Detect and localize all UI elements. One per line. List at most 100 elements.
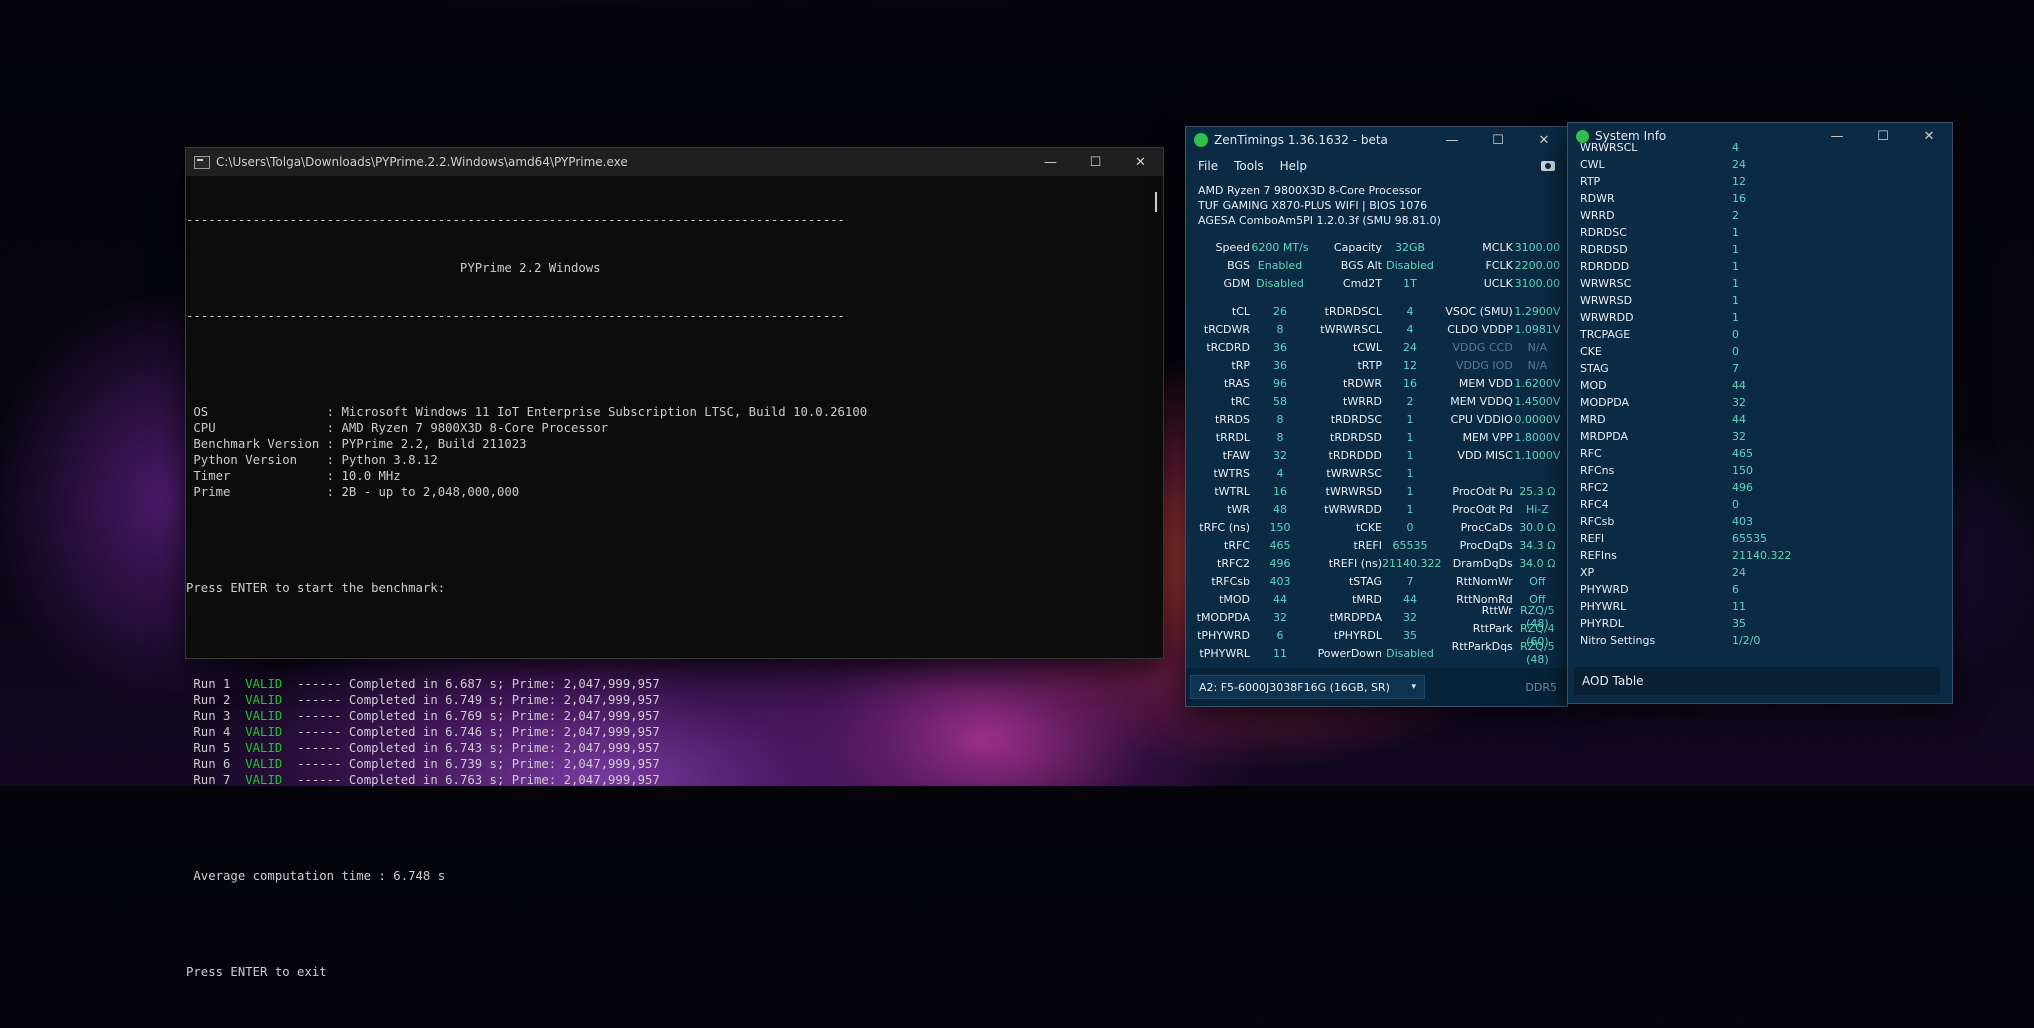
console-output[interactable]: ----------------------------------------… xyxy=(186,176,1163,979)
timing-row: tCL 26 tRDRDSCL 4 VSOC (SMU) 1.2900V xyxy=(1190,302,1563,320)
timing-label: ProcOdt Pd xyxy=(1452,502,1513,516)
info-value: 10.0 MHz xyxy=(341,469,401,483)
timing-value: Off xyxy=(1529,574,1546,588)
timing-cell: MEM VPP 1.8000V xyxy=(1438,431,1562,444)
console-titlebar[interactable]: C:\Users\Tolga\Downloads\PYPrime.2.2.Win… xyxy=(186,148,1163,176)
timing-cell: Speed 6200 MT/s xyxy=(1190,241,1314,254)
maximize-button[interactable]: ☐ xyxy=(1475,127,1521,153)
timing-value: 21140.322 xyxy=(1382,556,1442,570)
sysinfo-row: RFC4 0 xyxy=(1580,496,1940,513)
timing-label: tREFI xyxy=(1353,538,1382,552)
menu-file[interactable]: File xyxy=(1198,159,1218,173)
timing-cell: tRAS 96 xyxy=(1190,377,1314,390)
run-label: Run 1 xyxy=(186,677,246,691)
console-scrollbar[interactable] xyxy=(1155,192,1157,212)
sysinfo-key: PHYWRD xyxy=(1580,583,1629,596)
timing-label: MCLK xyxy=(1482,240,1513,254)
timing-value: 7 xyxy=(1406,574,1414,588)
timing-label: tRRDS xyxy=(1214,412,1250,426)
sysinfo-row: RFC 465 xyxy=(1580,445,1940,462)
close-button[interactable]: ✕ xyxy=(1521,127,1567,153)
system-summary: AMD Ryzen 7 9800X3D 8-Core Processor TUF… xyxy=(1186,179,1567,228)
timing-row: GDM Disabled Cmd2T 1T UCLK 3100.00 xyxy=(1190,274,1563,292)
timing-cell: tRP 36 xyxy=(1190,359,1314,372)
sysinfo-value: 2 xyxy=(1732,209,1739,222)
info-key: Benchmark Version : xyxy=(186,437,342,451)
timing-label: tRFC xyxy=(1224,538,1250,552)
average-line: Average computation time : 6.748 s xyxy=(186,869,446,883)
timing-value: 8 xyxy=(1276,412,1284,426)
timing-label: RttParkDqs xyxy=(1451,640,1513,653)
timing-cell: tRC 58 xyxy=(1190,395,1314,408)
sysinfo-value: 16 xyxy=(1732,192,1746,205)
run-result: ------ Completed in 6.763 s; Prime: 2,04… xyxy=(282,773,660,787)
timing-label: MEM VPP xyxy=(1462,430,1513,444)
camera-icon[interactable] xyxy=(1541,161,1555,171)
close-button[interactable]: ✕ xyxy=(1118,148,1163,176)
timing-label: RttNomWr xyxy=(1455,574,1513,588)
timing-row: tRFC 465 tREFI 65535 ProcDqDs 34.3 Ω xyxy=(1190,536,1563,554)
timing-label: VSOC (SMU) xyxy=(1445,304,1513,318)
timing-cell: tWR 48 xyxy=(1190,503,1314,516)
timing-cell: tRDRDDD 1 xyxy=(1314,449,1438,462)
sysinfo-value: 150 xyxy=(1732,464,1753,477)
timing-value: 150 xyxy=(1269,520,1291,534)
sysinfo-row: WRWRDD 1 xyxy=(1580,309,1940,326)
sysinfo-row: Nitro Settings 1/2/0 xyxy=(1580,632,1940,649)
sysinfo-row: CKE 0 xyxy=(1580,343,1940,360)
timing-value: 4 xyxy=(1406,304,1414,318)
minimize-button[interactable]: — xyxy=(1429,127,1475,153)
sysinfo-row: PHYWRL 11 xyxy=(1580,598,1940,615)
zentimings-titlebar[interactable]: ZenTimings 1.36.1632 - beta — ☐ ✕ xyxy=(1186,127,1567,153)
timing-value: 1T xyxy=(1403,276,1417,290)
system-info-window[interactable]: System Info — ☐ ✕ WRWRSCL 4 CWL 24 RTP 12 RDWR… xyxy=(1567,122,1953,704)
dimm-select[interactable]: A2: F5-6000J3038F16G (16GB, SR) ▾ xyxy=(1190,675,1425,699)
timing-label: tWRWRSCL xyxy=(1320,322,1382,336)
timing-label: GDM xyxy=(1223,276,1251,290)
sysinfo-key: XP xyxy=(1580,566,1595,579)
timing-cell: Capacity 32GB xyxy=(1314,241,1438,254)
timing-label: CPU VDDIO xyxy=(1450,412,1513,426)
sysinfo-row: REFIns 21140.322 xyxy=(1580,547,1940,564)
timing-cell: tMRDPDA 32 xyxy=(1314,611,1438,624)
maximize-button[interactable]: ☐ xyxy=(1073,148,1118,176)
sysinfo-value: 11 xyxy=(1732,600,1746,613)
aod-table-section[interactable]: AOD Table xyxy=(1574,667,1940,695)
timing-cell: tPHYRDL 35 xyxy=(1314,629,1438,642)
timing-row: tWR 48 tWRWRDD 1 ProcOdt Pd Hi-Z xyxy=(1190,500,1563,518)
timing-cell: tFAW 32 xyxy=(1190,449,1314,462)
timing-label: tMRD xyxy=(1352,592,1382,606)
sysinfo-list[interactable]: WRWRSCL 4 CWL 24 RTP 12 RDWR 16 WRRD 2 RDRDSC 1 RDRD… xyxy=(1568,139,1952,675)
pyprime-console-window[interactable]: C:\Users\Tolga\Downloads\PYPrime.2.2.Win… xyxy=(185,147,1164,979)
info-line: Prime : 2B - up to 2,048,000,000 xyxy=(186,484,1163,500)
exit-prompt: Press ENTER to exit xyxy=(186,965,327,979)
zentimings-window[interactable]: ZenTimings 1.36.1632 - beta — ☐ ✕ File T… xyxy=(1185,126,1568,707)
console-title: C:\Users\Tolga\Downloads\PYPrime.2.2.Win… xyxy=(216,155,628,169)
timing-row: tRP 36 tRTP 12 VDDG IOD N/A xyxy=(1190,356,1563,374)
sysinfo-row: XP 24 xyxy=(1580,564,1940,581)
timing-cell: RttParkDqs RZQ/5 (48) xyxy=(1438,640,1562,666)
timing-value: 24 xyxy=(1403,340,1417,354)
timing-value: 0 xyxy=(1406,520,1414,534)
timing-label: ProcDqDs xyxy=(1459,538,1513,552)
timing-value: 2 xyxy=(1406,394,1414,408)
timing-cell: tSTAG 7 xyxy=(1314,575,1438,588)
run-status: VALID xyxy=(245,693,283,707)
info-line: Timer : 10.0 MHz xyxy=(186,468,1163,484)
menu-tools[interactable]: Tools xyxy=(1234,159,1264,173)
timing-label: tWTRL xyxy=(1214,484,1250,498)
timing-label: CLDO VDDP xyxy=(1447,322,1513,336)
sysinfo-row: MRD 44 xyxy=(1580,411,1940,428)
timing-label: tREFI (ns) xyxy=(1328,556,1382,570)
timing-value: 36 xyxy=(1273,358,1287,372)
agesa-version: AGESA ComboAm5PI 1.2.0.3f (SMU 98.81.0) xyxy=(1198,214,1441,227)
minimize-button[interactable]: — xyxy=(1028,148,1073,176)
sysinfo-row: WRWRSCL 4 xyxy=(1580,139,1940,156)
menu-help[interactable]: Help xyxy=(1280,159,1307,173)
run-status: VALID xyxy=(245,773,283,787)
timing-cell: tWRRD 2 xyxy=(1314,395,1438,408)
timing-value: 25.3 Ω xyxy=(1519,484,1556,498)
timing-row: tRFC2 496 tREFI (ns) 21140.322 DramDqDs 34.0 … xyxy=(1190,554,1563,572)
timing-value: 1.8000V xyxy=(1514,430,1561,444)
timing-cell: tRDRDSC 1 xyxy=(1314,413,1438,426)
